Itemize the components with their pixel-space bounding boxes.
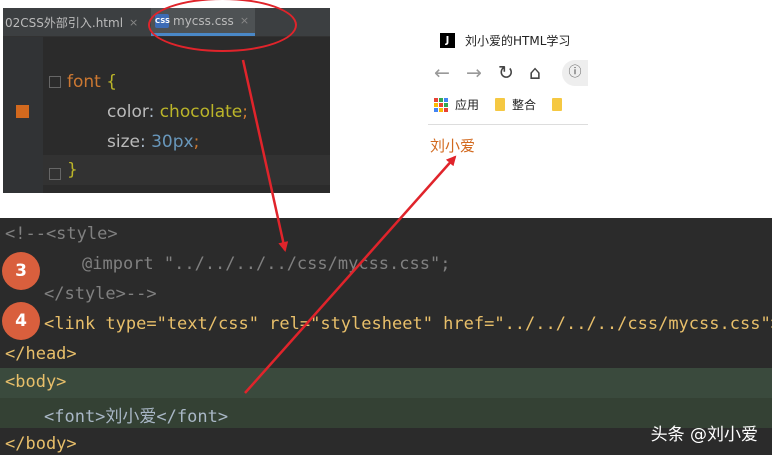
code-text: </head> xyxy=(5,344,77,364)
code-line[interactable]: font { xyxy=(67,72,117,92)
bookmark-apps[interactable]: 应用 xyxy=(455,96,479,113)
code-line[interactable]: color: chocolate; xyxy=(107,102,248,122)
fold-icon[interactable] xyxy=(49,168,61,180)
step-badge: 3 xyxy=(2,252,40,290)
code-text: <link type="text/css" rel="stylesheet" h… xyxy=(44,314,772,334)
tab-label: 02CSS外部引入.html xyxy=(5,15,124,30)
code-text: <font>刘小爱</font> xyxy=(44,407,229,427)
css-value: chocolate xyxy=(159,102,243,122)
current-line-highlight xyxy=(43,155,330,185)
apps-grid-icon[interactable] xyxy=(434,97,448,112)
code-line[interactable]: </style>--> xyxy=(0,280,772,310)
info-icon[interactable]: ⓘ xyxy=(562,60,588,86)
code-line[interactable]: <!--<style> xyxy=(0,220,772,250)
code-line[interactable]: @import "../../../../css/mycss.css"; xyxy=(0,250,772,280)
ide-logo-icon: J xyxy=(440,33,455,48)
code-line[interactable]: } xyxy=(67,160,78,180)
code-text: </body> xyxy=(5,434,77,454)
highlight-ellipse xyxy=(148,0,297,52)
forward-arrow-icon[interactable]: → xyxy=(466,62,482,84)
tab-html-file[interactable]: 02CSS外部引入.html × xyxy=(3,8,149,36)
home-icon[interactable]: ⌂ xyxy=(529,62,541,84)
code-line[interactable]: <link type="text/css" rel="stylesheet" h… xyxy=(0,310,772,340)
css-property: size xyxy=(107,132,140,152)
folder-icon[interactable] xyxy=(552,98,563,111)
bookmarks-bar: 应用 整合 xyxy=(434,96,569,113)
fold-icon[interactable] xyxy=(49,76,61,88)
code-line[interactable]: </head> xyxy=(0,340,772,370)
browser-tab[interactable]: J 刘小爱的HTML学习 xyxy=(440,32,570,49)
open-brace: { xyxy=(106,72,118,92)
close-brace: } xyxy=(67,160,78,180)
css-value: 30px xyxy=(151,132,194,152)
color-swatch-icon[interactable] xyxy=(16,105,29,118)
browser-window: J 刘小爱的HTML学习 ← → ↻ ⌂ ⓘ 应用 整合 刘小爱 xyxy=(428,22,588,162)
watermark: 头条 @刘小爱 xyxy=(650,425,758,445)
folder-icon xyxy=(495,98,506,111)
html-editor-window: <!--<style> @import "../../../../css/myc… xyxy=(0,218,772,455)
code-line[interactable]: <body> xyxy=(0,368,772,398)
step-badge: 4 xyxy=(2,302,40,340)
css-selector: font xyxy=(67,72,101,92)
close-icon[interactable]: × xyxy=(129,16,138,29)
bookmark-folder[interactable]: 整合 xyxy=(512,96,536,113)
divider xyxy=(428,124,588,125)
page-content-text: 刘小爱 xyxy=(430,137,476,155)
css-property: color xyxy=(107,102,149,122)
code-line[interactable]: size: 30px; xyxy=(107,132,199,152)
code-text: <body> xyxy=(5,372,67,392)
back-arrow-icon[interactable]: ← xyxy=(434,62,450,84)
code-text: <!--<style> xyxy=(5,224,118,244)
reload-icon[interactable]: ↻ xyxy=(498,62,514,84)
code-text: @import "../../../../css/mycss.css"; xyxy=(82,254,451,274)
code-text: </style>--> xyxy=(44,284,157,304)
browser-tab-title: 刘小爱的HTML学习 xyxy=(465,34,571,48)
